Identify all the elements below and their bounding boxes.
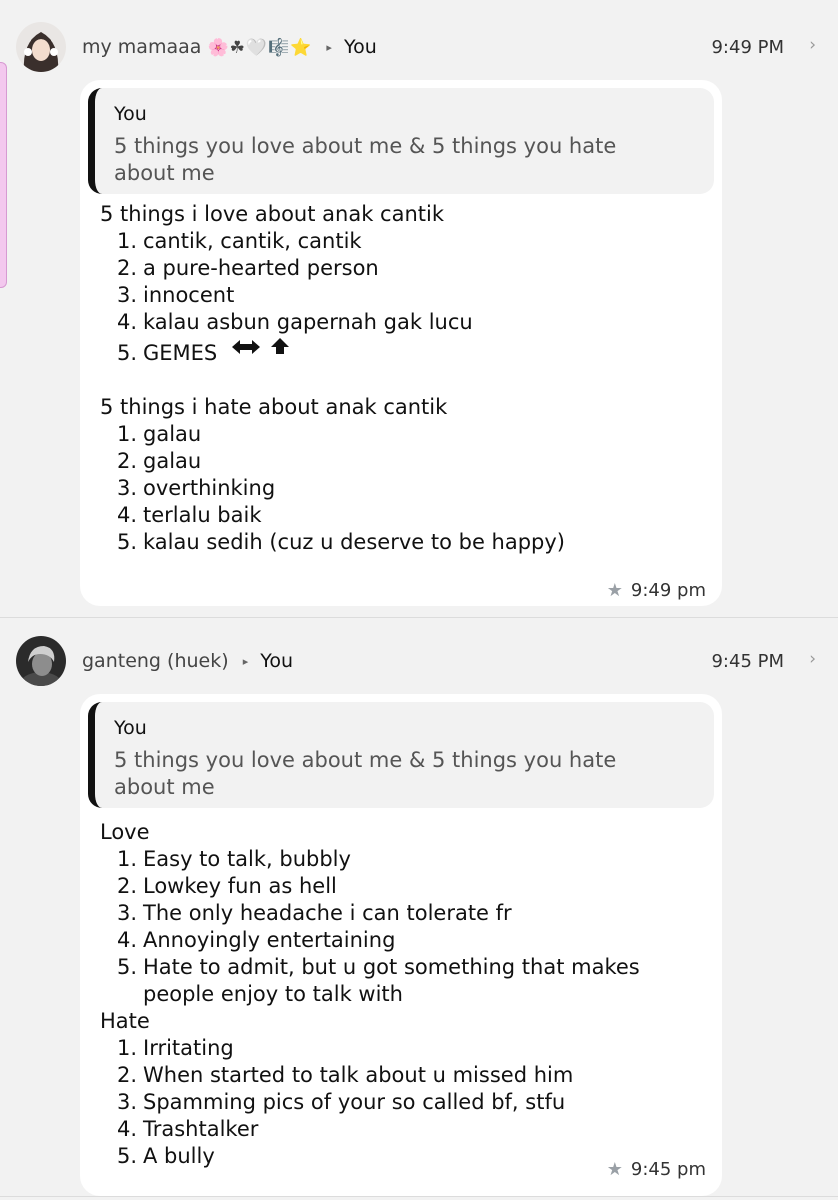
love-list: 1. cantik, cantik, cantik 2. a pure-hearte…	[100, 228, 565, 370]
on-top-emoji-icon	[230, 337, 294, 367]
list-item: 2. galau	[117, 449, 202, 473]
list-item: 3. overthinking	[117, 476, 276, 500]
message-stamp: ★ 9:45 pm	[607, 1159, 706, 1180]
list-item: 1. Easy to talk, bubbly	[117, 847, 351, 871]
message-time: 9:49 PM	[711, 37, 784, 58]
star-icon[interactable]: ★	[607, 580, 623, 601]
list-item: 2. a pure-hearted person	[117, 256, 379, 280]
avatar[interactable]	[16, 636, 66, 686]
list-item: 3. innocent	[117, 283, 235, 307]
recipient-name: You	[260, 650, 294, 672]
quoted-message[interactable]: You 5 things you love about me & 5 thing…	[88, 88, 714, 194]
quote-author: You	[114, 103, 147, 125]
message-header[interactable]: my mamaaa 🌸☘🤍🎼⭐ ▸ You 9:49 PM ›	[0, 0, 838, 72]
sender-line: ganteng (huek) ▸ You	[82, 650, 293, 672]
stamp-time: 9:49 pm	[630, 580, 706, 601]
sender-line: my mamaaa 🌸☘🤍🎼⭐ ▸ You	[82, 36, 377, 58]
hate-list: 1. galau 2. galau 3. overthinking 4. terlalu…	[100, 421, 565, 556]
message-time: 9:45 PM	[711, 651, 784, 672]
message-body: 5 things i love about anak cantik 1. cant…	[100, 201, 565, 556]
star-icon[interactable]: ★	[607, 1159, 623, 1180]
message-thread-2: ganteng (huek) ▸ You 9:45 PM › You 5 thi…	[0, 614, 838, 1200]
sender-emoji: 🌸☘🤍🎼⭐	[207, 38, 313, 58]
chevron-right-icon[interactable]: ›	[809, 649, 816, 669]
message-body: Love 1. Easy to talk, bubbly 2. Lowkey fun…	[100, 819, 680, 1170]
list-item: 5. Hate to admit, but u got something tha…	[117, 955, 640, 1006]
message-divider	[0, 1196, 838, 1197]
quoted-message[interactable]: You 5 things you love about me & 5 thing…	[88, 702, 714, 808]
chevron-right-icon[interactable]: ›	[809, 35, 816, 55]
list-item: 1. cantik, cantik, cantik	[117, 229, 362, 253]
avatar[interactable]	[16, 22, 66, 72]
list-item: 4. kalau asbun gapernah gak lucu	[117, 310, 473, 334]
sender-name: ganteng (huek)	[82, 650, 229, 672]
hate-list: 1. Irritating 2. When started to talk abou…	[100, 1035, 680, 1170]
list-item: 5. kalau sedih (cuz u deserve to be happy…	[117, 530, 565, 554]
love-list: 1. Easy to talk, bubbly 2. Lowkey fun as h…	[100, 846, 680, 1008]
recipient-arrow-icon: ▸	[326, 41, 332, 54]
message-thread-1: my mamaaa 🌸☘🤍🎼⭐ ▸ You 9:49 PM › You 5 th…	[0, 0, 838, 618]
list-item: 2. When started to talk about u missed hi…	[117, 1063, 574, 1087]
list-item: 1. Irritating	[117, 1036, 234, 1060]
list-item: 4. Annoyingly entertaining	[117, 928, 396, 952]
list-item: 1. galau	[117, 422, 202, 446]
list-item: 3. The only headache i can tolerate fr	[117, 901, 512, 925]
section-heading: 5 things i love about anak cantik	[100, 202, 444, 226]
section-heading: 5 things i hate about anak cantik	[100, 395, 448, 419]
list-item: 5. GEMES	[100, 336, 565, 370]
recipient-name: You	[343, 36, 377, 58]
message-bubble: You 5 things you love about me & 5 thing…	[80, 694, 722, 1196]
quote-author: You	[114, 717, 147, 739]
recipient-arrow-icon: ▸	[242, 655, 249, 668]
list-item: 2. Lowkey fun as hell	[117, 874, 337, 898]
list-item: 5. A bully	[117, 1144, 215, 1168]
section-heading: Hate	[100, 1009, 150, 1033]
stamp-time: 9:45 pm	[630, 1159, 706, 1180]
section-heading: Love	[100, 820, 150, 844]
list-item: 4. Trashtalker	[117, 1117, 259, 1141]
message-stamp: ★ 9:49 pm	[607, 580, 706, 601]
message-bubble: You 5 things you love about me & 5 thing…	[80, 80, 722, 606]
quote-text: 5 things you love about me & 5 things yo…	[114, 748, 617, 799]
sender-name: my mamaaa	[82, 36, 202, 58]
list-item: 3. Spamming pics of your so called bf, st…	[117, 1090, 566, 1114]
message-header[interactable]: ganteng (huek) ▸ You 9:45 PM ›	[0, 614, 838, 686]
quote-text: 5 things you love about me & 5 things yo…	[114, 134, 617, 185]
list-item: 4. terlalu baik	[117, 503, 262, 527]
